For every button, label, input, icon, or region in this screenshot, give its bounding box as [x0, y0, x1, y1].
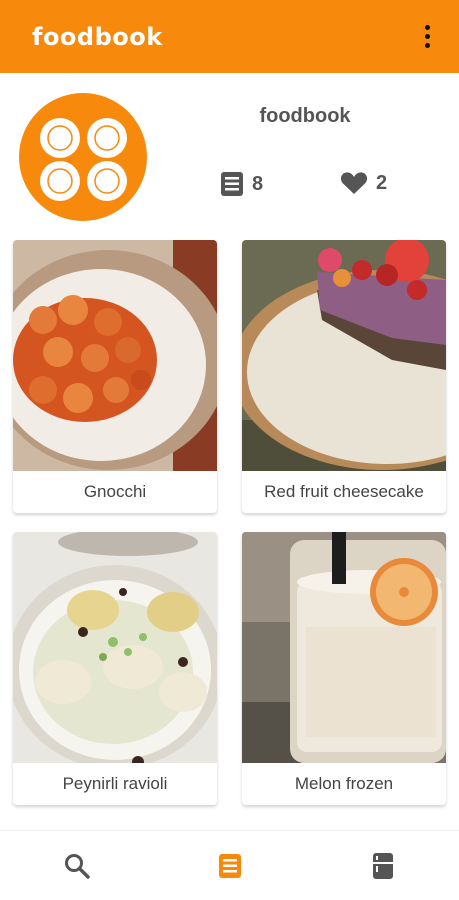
- recipe-photo: [242, 240, 446, 471]
- recipes-count: 8: [252, 172, 264, 195]
- nav-recipes[interactable]: [190, 836, 270, 896]
- recipe-photo: [13, 240, 217, 471]
- bottom-navigation: [0, 830, 459, 900]
- menu-dot: [424, 25, 430, 30]
- menu-dot: [424, 34, 430, 39]
- recipe-title: Melon frozen: [294, 774, 394, 793]
- avatar[interactable]: [19, 93, 147, 221]
- recipe-title: Gnocchi: [83, 482, 147, 501]
- recipe-title: Peynirli ravioli: [62, 774, 168, 793]
- plates-logo-icon: [40, 118, 127, 201]
- fridge-icon: [372, 852, 393, 879]
- recipe-photo: [13, 532, 217, 763]
- menu-dot: [424, 43, 430, 48]
- nav-search[interactable]: [37, 836, 117, 896]
- recipes-stat[interactable]: 8: [220, 171, 263, 197]
- nav-fridge[interactable]: [343, 836, 423, 896]
- recipe-photo: [242, 532, 446, 763]
- recipe-title: Red fruit cheesecake: [264, 482, 424, 501]
- heart-icon: [340, 172, 368, 194]
- likes-stat[interactable]: 2: [340, 171, 387, 195]
- recipe-card[interactable]: Gnocchi: [13, 240, 217, 513]
- recipe-grid: Gnocchi Red fruit cheesecake Peynirli ra…: [0, 238, 459, 830]
- recipe-card[interactable]: Peynirli ravioli: [13, 532, 217, 805]
- recipe-card[interactable]: Red fruit cheesecake: [242, 240, 446, 513]
- profile-header: foodbook 8 2: [0, 73, 459, 233]
- likes-count: 2: [376, 171, 388, 194]
- recipe-book-icon: [221, 172, 243, 196]
- profile-name: foodbook: [259, 105, 351, 127]
- recipe-card[interactable]: Melon frozen: [242, 532, 446, 805]
- app-bar: foodbook: [0, 0, 459, 73]
- search-icon: [64, 853, 90, 879]
- app-title: foodbook: [32, 22, 163, 51]
- overflow-menu-button[interactable]: [415, 22, 439, 52]
- recipe-book-icon: [218, 853, 241, 878]
